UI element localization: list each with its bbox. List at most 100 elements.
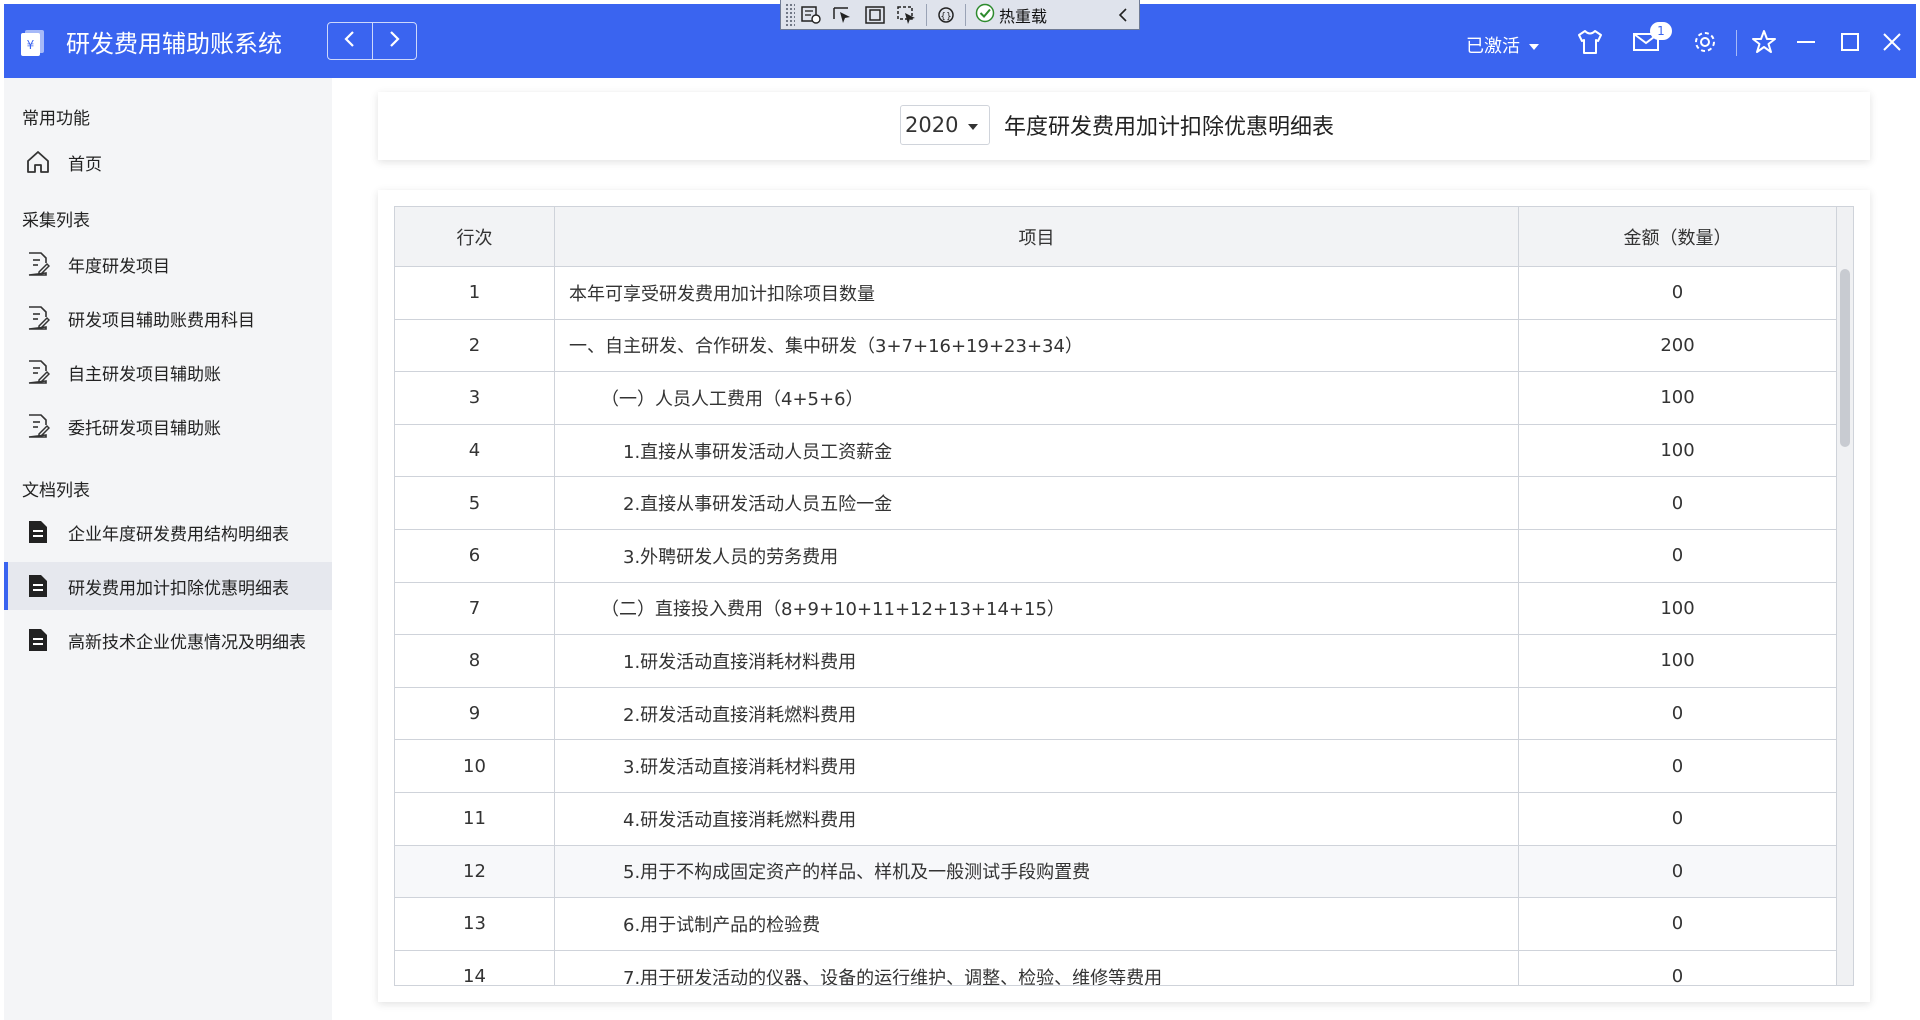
- cell-row-no: 12: [395, 845, 555, 898]
- cell-amount: 100: [1519, 372, 1837, 424]
- column-header-row-no: 行次: [395, 207, 555, 266]
- close-icon[interactable]: [1876, 26, 1908, 58]
- track-focus-icon[interactable]: [891, 1, 923, 29]
- cell-row-no: 7: [395, 582, 555, 635]
- sidebar-item-deduction-detail[interactable]: 研发费用加计扣除优惠明细表: [4, 562, 332, 610]
- select-element-icon[interactable]: [827, 1, 859, 29]
- cell-item: 6.用于试制产品的检验费: [555, 898, 1519, 950]
- live-tree-icon[interactable]: [795, 1, 827, 29]
- sidebar-item-structure-detail[interactable]: 企业年度研发费用结构明细表: [4, 508, 332, 556]
- toolbar-separator: [926, 3, 927, 26]
- sidebar-item-label: 研发费用加计扣除优惠明细表: [68, 578, 289, 599]
- drag-grip-icon[interactable]: [785, 2, 795, 27]
- document-icon: [24, 626, 52, 654]
- cell-row-no: 1: [395, 267, 555, 319]
- table-row[interactable]: 7 （二）直接投入费用（8+9+10+11+12+13+14+15） 100: [395, 582, 1837, 636]
- minimize-icon[interactable]: [1790, 26, 1822, 58]
- cell-amount: 200: [1519, 319, 1837, 372]
- hot-reload-label: 热重载: [999, 6, 1048, 26]
- edit-document-icon: [24, 304, 52, 332]
- binding-failures-icon[interactable]: {}: [930, 1, 962, 29]
- report-header: 2020 年度研发费用加计扣除优惠明细表: [378, 92, 1870, 160]
- column-header-amount: 金额（数量）: [1519, 207, 1837, 266]
- check-circle-icon: [975, 3, 995, 27]
- edit-document-icon: [24, 412, 52, 440]
- home-icon: [24, 148, 52, 176]
- sidebar-item-self-rd-ledger[interactable]: 自主研发项目辅助账: [4, 348, 332, 396]
- cell-amount: 0: [1519, 950, 1837, 985]
- table-body: 1 本年可享受研发费用加计扣除项目数量 0 2 一、自主研发、合作研发、集中研发…: [395, 267, 1837, 985]
- cell-item: 本年可享受研发费用加计扣除项目数量: [555, 267, 1519, 319]
- year-select[interactable]: 2020: [900, 105, 990, 145]
- table-row[interactable]: 10 3.研发活动直接消耗材料费用 0: [395, 740, 1837, 793]
- sidebar-item-annual-projects[interactable]: 年度研发项目: [4, 240, 332, 288]
- sidebar-item-label: 首页: [68, 154, 102, 175]
- cell-item: 1.研发活动直接消耗材料费用: [555, 635, 1519, 687]
- cell-amount: 100: [1519, 635, 1837, 687]
- svg-text:{}: {}: [940, 12, 951, 22]
- cell-item: （二）直接投入费用（8+9+10+11+12+13+14+15）: [555, 582, 1519, 635]
- scrollbar-thumb[interactable]: [1840, 269, 1850, 447]
- history-nav: [327, 22, 417, 60]
- hot-reload-status[interactable]: 热重载: [969, 1, 1053, 29]
- cell-item: 2.研发活动直接消耗燃料费用: [555, 687, 1519, 740]
- back-button[interactable]: [328, 23, 372, 59]
- sidebar-section-title: 采集列表: [22, 211, 90, 231]
- cell-amount: 100: [1519, 424, 1837, 477]
- cell-row-no: 11: [395, 792, 555, 845]
- collapse-toolbar-icon[interactable]: [1107, 1, 1139, 29]
- table-scrollbar[interactable]: [1837, 207, 1853, 985]
- sidebar-section-title: 常用功能: [22, 109, 90, 129]
- table-row[interactable]: 8 1.研发活动直接消耗材料费用 100: [395, 635, 1837, 688]
- sidebar-item-hightech-detail[interactable]: 高新技术企业优惠情况及明细表: [4, 616, 332, 664]
- activation-status-label: 已激活: [1466, 36, 1520, 57]
- sidebar-item-expense-subjects[interactable]: 研发项目辅助账费用科目: [4, 294, 332, 342]
- sidebar-item-label: 企业年度研发费用结构明细表: [68, 524, 289, 545]
- cell-item: 3.研发活动直接消耗材料费用: [555, 740, 1519, 792]
- table-row[interactable]: 3 （一）人员人工费用（4+5+6） 100: [395, 372, 1837, 425]
- cell-amount: 0: [1519, 687, 1837, 740]
- cell-row-no: 10: [395, 740, 555, 792]
- cell-row-no: 8: [395, 635, 555, 687]
- titlebar-divider: [1736, 30, 1737, 56]
- gear-icon[interactable]: [1689, 26, 1721, 58]
- table-row[interactable]: 9 2.研发活动直接消耗燃料费用 0: [395, 687, 1837, 741]
- table-row[interactable]: 11 4.研发活动直接消耗燃料费用 0: [395, 792, 1837, 846]
- forward-button[interactable]: [371, 23, 417, 59]
- layout-adorner-icon[interactable]: [859, 1, 891, 29]
- detail-table-card: 行次 项目 金额（数量） 1 本年可享受研发费用加计扣除项目数量 0 2 一、自…: [378, 190, 1870, 1002]
- caret-down-icon: [967, 116, 979, 135]
- app-logo-icon: ¥: [20, 29, 46, 57]
- mail-icon[interactable]: 1: [1630, 22, 1672, 58]
- edit-document-icon: [24, 358, 52, 386]
- table-row[interactable]: 14 7.用于研发活动的仪器、设备的运行维护、调整、检验、维修等费用 0: [395, 950, 1837, 985]
- activation-status[interactable]: 已激活: [1466, 32, 1540, 58]
- cell-row-no: 3: [395, 372, 555, 424]
- shirt-icon[interactable]: [1574, 26, 1606, 58]
- sidebar-item-label: 自主研发项目辅助账: [68, 364, 221, 385]
- sidebar-item-home[interactable]: 首页: [4, 138, 332, 186]
- cell-item: 4.研发活动直接消耗燃料费用: [555, 792, 1519, 845]
- cell-item: 5.用于不构成固定资产的样品、样机及一般测试手段购置费: [555, 845, 1519, 898]
- table-row[interactable]: 6 3.外聘研发人员的劳务费用 0: [395, 529, 1837, 583]
- cell-item: 7.用于研发活动的仪器、设备的运行维护、调整、检验、维修等费用: [555, 950, 1519, 985]
- cell-amount: 0: [1519, 740, 1837, 792]
- table-row[interactable]: 4 1.直接从事研发活动人员工资薪金 100: [395, 424, 1837, 478]
- table-row[interactable]: 5 2.直接从事研发活动人员五险一金 0: [395, 477, 1837, 530]
- table-row[interactable]: 13 6.用于试制产品的检验费 0: [395, 898, 1837, 951]
- sidebar: 常用功能 首页 采集列表 年度研发项目 研发项目辅助账费用科目 自主研发项目辅助…: [4, 78, 332, 1020]
- cell-amount: 0: [1519, 898, 1837, 950]
- cell-row-no: 5: [395, 477, 555, 529]
- cell-amount: 0: [1519, 845, 1837, 898]
- table-row[interactable]: 12 5.用于不构成固定资产的样品、样机及一般测试手段购置费 0: [395, 845, 1837, 899]
- star-icon[interactable]: [1748, 26, 1780, 58]
- maximize-icon[interactable]: [1834, 26, 1866, 58]
- sidebar-item-entrusted-rd-ledger[interactable]: 委托研发项目辅助账: [4, 402, 332, 450]
- cell-amount: 0: [1519, 477, 1837, 529]
- cell-amount: 0: [1519, 529, 1837, 582]
- table-row[interactable]: 2 一、自主研发、合作研发、集中研发（3+7+16+19+23+34） 200: [395, 319, 1837, 373]
- table-row[interactable]: 1 本年可享受研发费用加计扣除项目数量 0: [395, 267, 1837, 320]
- page-title: 年度研发费用加计扣除优惠明细表: [1004, 115, 1335, 140]
- detail-table: 行次 项目 金额（数量） 1 本年可享受研发费用加计扣除项目数量 0 2 一、自…: [394, 206, 1854, 986]
- chevron-left-icon: [343, 29, 357, 53]
